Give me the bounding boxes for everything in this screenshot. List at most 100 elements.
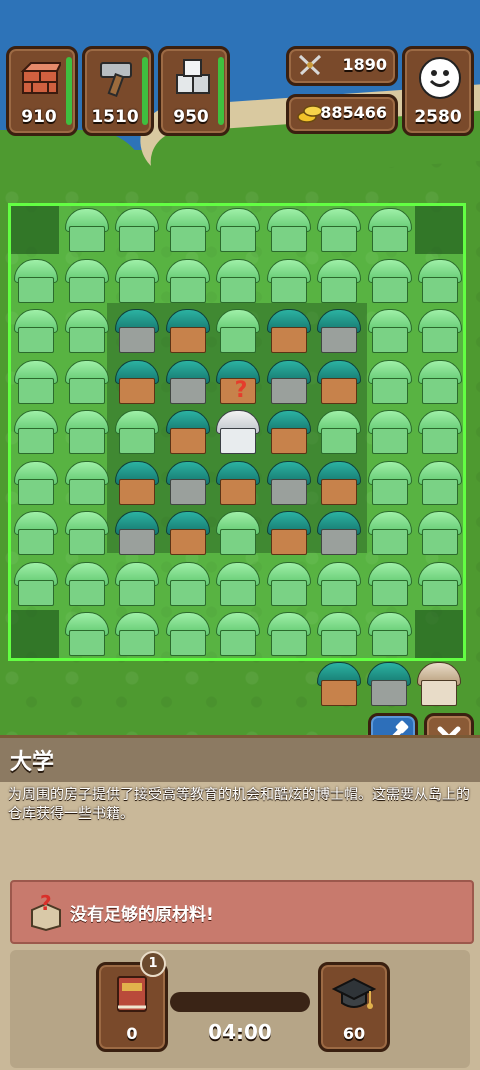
house-tile[interactable] [215,561,260,606]
house-tile[interactable] [13,359,58,404]
house-tile[interactable] [367,258,412,303]
house-tile[interactable] [266,410,311,454]
hammer-count: 1510 [91,107,139,127]
house-tile[interactable] [316,460,361,505]
house-tile[interactable] [316,612,361,656]
house-tile[interactable] [215,309,260,353]
house-tile[interactable] [114,511,159,555]
house-tile[interactable] [266,460,311,505]
house-tile[interactable] [367,511,412,555]
house-tile[interactable] [367,612,412,656]
house-tile[interactable] [215,208,260,252]
house-tile[interactable] [266,359,311,404]
house-tile[interactable] [316,410,361,454]
input-required-badge: 1 [140,951,166,977]
brick-icon [20,62,61,94]
house-tile[interactable] [165,410,210,454]
house-tile[interactable] [165,359,210,404]
house-tile[interactable] [266,511,311,555]
house-tile[interactable] [367,410,412,454]
house-tile[interactable] [165,309,210,353]
panel-header: 大学 [0,738,480,782]
stone-card[interactable]: 950 [158,46,230,136]
house-tile[interactable] [114,208,159,252]
house-tile[interactable] [165,511,210,555]
house-tile[interactable] [215,460,260,505]
stone-count: 950 [173,107,209,127]
house-tile[interactable] [366,662,411,706]
house-tile[interactable] [64,460,109,505]
house-tile[interactable] [417,258,462,303]
house-tile[interactable] [266,612,311,656]
happiness-card[interactable]: 2580 [402,46,474,136]
house-tile[interactable] [64,612,109,656]
house-tile[interactable] [367,561,412,606]
house-tile[interactable] [64,208,109,252]
house-tile[interactable] [165,460,210,505]
house-tile[interactable] [367,208,412,252]
house-tile[interactable] [266,309,311,353]
house-tile[interactable] [367,460,412,505]
house-tile[interactable] [215,511,260,555]
house-tile[interactable] [13,309,58,353]
house-tile[interactable] [215,258,260,303]
graduation-cap-icon [332,977,376,1009]
house-tile[interactable] [165,561,210,606]
house-tile[interactable] [417,410,462,454]
house-tile[interactable] [417,460,462,505]
house-tile[interactable] [165,208,210,252]
output-count: 60 [342,1024,366,1043]
house-tile[interactable] [316,309,361,353]
house-tile[interactable] [266,258,311,303]
house-tile[interactable] [64,561,109,606]
house-tile[interactable] [64,258,109,303]
house-tile[interactable] [114,561,159,606]
svg-text:?: ? [40,892,52,915]
coins-value: 885466 [320,103,387,122]
house-tile[interactable] [64,410,109,454]
book-icon [117,976,147,1012]
output-cap-slot[interactable]: 60 [318,962,390,1052]
swords-stat[interactable]: 1890 [286,46,398,86]
house-tile[interactable] [367,309,412,353]
house-tile[interactable] [316,359,361,404]
house-tile[interactable] [13,258,58,303]
house-tile[interactable] [13,511,58,555]
house-tile[interactable] [316,662,361,706]
house-tile[interactable] [417,561,462,606]
house-tile[interactable] [114,460,159,505]
hammer-card[interactable]: 1510 [82,46,154,136]
house-tile[interactable] [13,410,58,454]
house-tile[interactable] [114,612,159,656]
house-tile[interactable] [13,460,58,505]
house-tile[interactable] [13,561,58,606]
house-tile[interactable] [114,309,159,353]
house-tile[interactable] [417,309,462,353]
house-tile[interactable] [114,410,159,454]
house-tile[interactable] [316,208,361,252]
house-tile[interactable] [417,359,462,404]
house-tile[interactable] [316,511,361,555]
house-tile[interactable] [215,612,260,656]
house-tile[interactable] [64,359,109,404]
house-tile[interactable] [114,359,159,404]
question-icon: ? [234,378,248,403]
brick-card[interactable]: 910 [6,46,78,136]
house-tile[interactable] [165,258,210,303]
coins-stat[interactable]: 885466 [286,94,398,134]
house-tile[interactable] [367,359,412,404]
house-tile[interactable] [416,662,461,706]
house-tile[interactable] [64,309,109,353]
university-building[interactable] [215,410,260,454]
house-tile[interactable] [316,561,361,606]
house-tile[interactable] [266,208,311,252]
house-tile[interactable] [316,258,361,303]
production-timer: 04:00 [208,1020,272,1044]
house-tile[interactable] [114,258,159,303]
house-tile[interactable] [165,612,210,656]
house-tile[interactable] [417,511,462,555]
house-tile[interactable] [266,561,311,606]
house-tile[interactable] [64,511,109,555]
building-description: 为周围的房子提供了接受高等教育的机会和酷炫的博士帽。这需要从岛上的仓库获得一些书… [8,787,470,822]
gold-coins-icon [297,105,323,123]
